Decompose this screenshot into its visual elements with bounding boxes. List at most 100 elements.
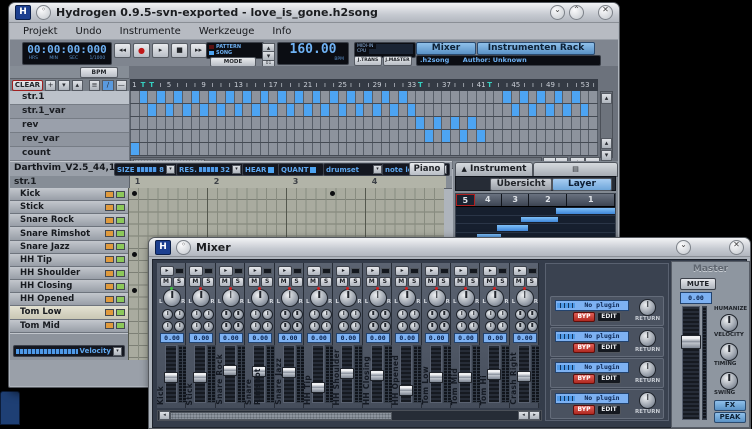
song-grid-row-count[interactable] [130,143,598,156]
song-cell[interactable] [217,130,225,142]
song-cell[interactable] [390,91,398,103]
song-cell[interactable] [589,104,597,116]
song-cell[interactable] [183,91,191,103]
song-cell-on[interactable] [269,104,277,116]
song-cell[interactable] [589,117,597,129]
strip-pan-knob[interactable] [251,289,269,307]
song-cell-on[interactable] [174,91,182,103]
song-cell[interactable] [486,104,494,116]
strip-fx1-knob[interactable] [427,309,438,320]
song-cell[interactable] [425,104,433,116]
song-cell[interactable] [373,117,381,129]
song-cell-on[interactable] [451,117,459,129]
song-cell[interactable] [174,117,182,129]
song-cell[interactable] [529,130,537,142]
song-cell-on[interactable] [140,91,148,103]
song-cell-on[interactable] [520,91,528,103]
strip-fx3-knob[interactable] [515,321,526,332]
song-cell[interactable] [408,130,416,142]
note-property-select[interactable]: Velocity ▾ [13,345,125,357]
song-cell[interactable] [200,91,208,103]
layer-strip[interactable] [456,216,615,225]
strip-fx3-knob[interactable] [280,321,291,332]
song-cell[interactable] [157,143,165,155]
song-cell[interactable] [537,143,545,155]
song-cell-on[interactable] [434,117,442,129]
strip-fx2-knob[interactable] [380,309,391,320]
menu-werkzeuge[interactable]: Werkzeuge [190,26,264,37]
fx-return-knob[interactable] [639,361,656,378]
instrument-mute-led[interactable] [105,283,114,290]
song-cell[interactable] [390,117,398,129]
song-cell[interactable] [183,130,191,142]
song-cell[interactable] [217,143,225,155]
timeline-bpm-button[interactable]: BPM [80,67,118,78]
song-cell-on[interactable] [200,104,208,116]
song-cell[interactable] [321,91,329,103]
instrument-row-hh-shoulder[interactable]: HH Shoulder [10,267,128,280]
song-cell[interactable] [546,91,554,103]
song-cell[interactable] [408,91,416,103]
song-cell[interactable] [572,104,580,116]
song-cell-on[interactable] [304,104,312,116]
song-cell[interactable] [295,143,303,155]
master-mute-button[interactable]: MUTE [680,278,716,290]
mixer-scroll-left2-button[interactable]: ◂ [518,411,529,420]
strip-fader-cap[interactable] [487,369,501,380]
instrument-solo-led[interactable] [116,230,125,237]
song-cell[interactable] [356,91,364,103]
song-cell[interactable] [563,91,571,103]
strip-fx2-knob[interactable] [262,309,273,320]
song-cell[interactable] [503,143,511,155]
window-menu-button[interactable]: ◦ [36,5,51,20]
instrument-mute-led[interactable] [105,191,114,198]
pattern-row-count[interactable]: count [10,147,129,161]
master-timing-knob[interactable] [720,343,738,361]
play-button[interactable]: ▸ [152,43,169,58]
song-cell[interactable] [192,130,200,142]
strip-play-button[interactable]: ▸ [248,266,262,276]
song-cell[interactable] [261,104,269,116]
song-cell[interactable] [589,91,597,103]
strip-fx3-knob[interactable] [250,321,261,332]
subtab-uebersicht[interactable]: Übersicht [490,178,552,191]
strip-fx4-knob[interactable] [292,321,303,332]
strip-fx1-knob[interactable] [456,309,467,320]
song-cell[interactable] [243,130,251,142]
song-cell[interactable] [468,130,476,142]
strip-pan-knob[interactable] [222,289,240,307]
song-cell[interactable] [408,143,416,155]
song-cell[interactable] [451,91,459,103]
size-dropdown-button[interactable]: ▾ [166,165,175,174]
song-cell[interactable] [451,130,459,142]
pattern-row-rev[interactable]: rev [10,119,129,133]
strip-fx4-knob[interactable] [321,321,332,332]
song-cell[interactable] [503,104,511,116]
song-cell-on[interactable] [537,91,545,103]
song-cell[interactable] [356,130,364,142]
strip-mute-button[interactable]: M [395,277,407,287]
strip-play-button[interactable]: ▸ [454,266,468,276]
strip-fx2-knob[interactable] [321,309,332,320]
strip-mute-button[interactable]: M [189,277,201,287]
mixer-menu-button[interactable]: ◦ [176,240,191,255]
song-cell[interactable] [382,117,390,129]
song-cell[interactable] [183,143,191,155]
song-cell[interactable] [503,130,511,142]
song-cell[interactable] [243,117,251,129]
layer-header-5[interactable]: 5 [456,194,475,206]
instrument-mute-led[interactable] [105,296,114,303]
song-cell[interactable] [166,91,174,103]
instrument-row-snare-rimshot[interactable]: Snare Rimshot [10,227,128,240]
song-cell-on[interactable] [226,91,234,103]
input-mode-select[interactable]: drumset ▾ [323,163,385,176]
move-pattern-down-button[interactable]: ▾ [58,80,69,91]
strip-solo-button[interactable]: S [379,277,391,287]
strip-pan-knob[interactable] [163,289,181,307]
strip-fader-cap[interactable] [517,371,531,382]
layer-header-3[interactable]: 3 [502,194,529,206]
song-cell[interactable] [148,130,156,142]
song-cell-on[interactable] [477,130,485,142]
song-grid-row-rev[interactable] [130,117,598,130]
strip-solo-button[interactable]: S [526,277,538,287]
